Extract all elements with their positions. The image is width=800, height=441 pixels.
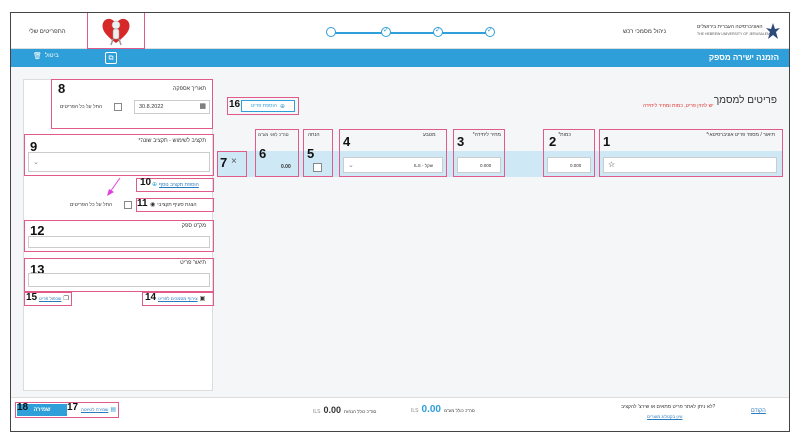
arrow-annotation [107,177,121,196]
apply-all-budget-label: החל על כל הפריטים [70,202,113,208]
unit-price-input[interactable]: 0.000 [457,157,501,173]
discount-checkbox[interactable] [313,163,322,172]
total-vat-summary: ILS 0.00 סה"כ כולל מע"מ [411,404,475,415]
delivery-date-label: תאריך אספקה [172,86,206,92]
delivery-date-input[interactable]: 30.8.2022 ▦ [134,100,210,114]
apply-all-budget-checkbox[interactable] [124,201,132,209]
annotation-16: 16 [229,99,241,110]
save-draft-button[interactable]: שמירה לטיוטה ▤ [81,406,116,413]
step-1 [326,27,336,37]
back-button[interactable]: הקודם [751,408,766,414]
annotation-7: 7 [220,155,228,170]
title-bar: 🗑 ביטול ⧉ הזמנה ישירה מספק [11,49,789,67]
items-section-title: פריטים למסמך [713,95,777,106]
catalog-question: לא ניתן לאתר פריט מתאים או שירצ' להקציב? [621,404,716,410]
annotation-15: 15 [26,292,38,303]
star-icon[interactable]: ☆ [608,160,615,169]
annotation-14: 14 [145,292,157,303]
item-description-input[interactable] [28,273,210,287]
col-unit-price: *מחיר ליחידה [472,132,501,138]
step-2: ✓ [381,26,391,37]
annotation-18: 18 [17,402,29,413]
university-logo-icon [766,23,780,39]
annotation-1: 1 [603,134,611,149]
show-budget-button[interactable]: ◉ הצגת סעיף תקציבי [150,201,197,208]
add-budget-button[interactable]: ⊕ הוספת תקציב נוסף [152,181,199,188]
copy-item-button[interactable]: שכפול פריט ❐ [39,295,69,302]
progress-line [331,31,491,34]
annotation-11: 11 [137,198,148,209]
work-area: 8 תאריך אספקה 30.8.2022 ▦ החל על כל הפרי… [11,67,789,397]
step-3: ✓ [433,26,443,37]
apply-all-date-checkbox[interactable] [114,103,122,111]
annotation-3: 3 [457,134,465,149]
items-required-note: יש להזין פריט, כמות ומחיר ליחידה [643,103,714,109]
chevron-down-icon: ⌄ [348,162,354,169]
annotation-8: 8 [58,81,66,96]
description-input[interactable]: ☆ [603,157,777,173]
step-4: ✓ [485,26,495,37]
footer-bar: שמירה 18 17 שמירה לטיוטה ▤ ILS 0.00 סה"כ… [11,397,789,431]
col-description: *תיאור / מספר פריט אוניברסיטאי [706,132,775,138]
annotation-4: 4 [343,134,351,149]
page-title: הזמנה ישירה מספק [708,53,779,62]
annotation-2: 2 [549,134,557,149]
col-currency: מטבע [423,132,436,138]
apply-all-date-label: החל על כל הפריטים [60,104,103,110]
check-icon: ✓ [435,26,441,34]
col-discount: הנחה [308,132,320,138]
plus-circle-icon: ⊕ [279,102,285,110]
item-details-panel: 8 תאריך אספקה 30.8.2022 ▦ החל על כל הפרי… [23,79,214,391]
chevron-down-icon: ⌄ [33,159,39,166]
annotation-5: 5 [307,146,315,161]
catalog-link[interactable]: עיון בקטלוג מוצרים [647,414,683,419]
top-header: התפריטים שלי ✓ ✓ ✓ ניהול מסמכי רכש האוני… [11,13,789,49]
plus-circle-icon: ⊕ [152,181,158,188]
add-item-button[interactable]: הוספת פריט ⊕ [241,100,295,112]
university-name-he: האוניברסיטה העברית בירושלים [697,24,763,30]
copy-document-icon[interactable]: ⧉ [105,52,117,64]
quantity-input[interactable]: 0.000 [547,157,591,173]
annotation-17: 17 [67,402,79,413]
system-name: ניהול מסמכי רכש [623,29,666,35]
eye-icon: ◉ [150,201,156,208]
check-icon: ✓ [383,26,389,34]
annotation-6: 6 [259,146,267,161]
save-icon: ▤ [110,406,117,413]
catalog-input[interactable] [28,236,210,248]
row-total-value: 0.00 [281,164,291,170]
col-quantity: *כמות [558,132,571,138]
budget-label: *תקציב לשימוש - תקציב שונה [138,138,206,144]
calendar-icon[interactable]: ▦ [199,102,206,110]
col-total: סה"כ לפני מע"מ [258,132,289,137]
catalog-label: מק"ט ספק [181,223,206,229]
app-window: התפריטים שלי ✓ ✓ ✓ ניהול מסמכי רכש האוני… [10,12,790,432]
item-description-label: תיאור פריט [180,260,206,266]
user-menu-label[interactable]: התפריטים שלי [29,29,66,35]
attach-documents-button[interactable]: צירוף מסמכים לפריט ▣ [158,295,205,302]
check-icon: ✓ [487,26,493,34]
total-discount-summary: ILS 0.00 סה"כ כולל הנחות [313,405,377,415]
attachment-icon: ▣ [199,295,206,302]
university-name-en: THE HEBREW UNIVERSITY OF JERUSALEM [697,32,771,36]
heart-figure-icon [102,18,130,46]
cancel-button[interactable]: 🗑 ביטול [33,52,59,60]
budget-select[interactable]: ⌄ [28,152,210,172]
annotation-10: 10 [140,177,152,188]
trash-icon: 🗑 [33,52,42,60]
delete-row-icon[interactable]: × [231,156,237,167]
duplicate-icon: ❐ [63,295,69,302]
currency-select[interactable]: ⌄ ILS - שקל [343,157,443,173]
